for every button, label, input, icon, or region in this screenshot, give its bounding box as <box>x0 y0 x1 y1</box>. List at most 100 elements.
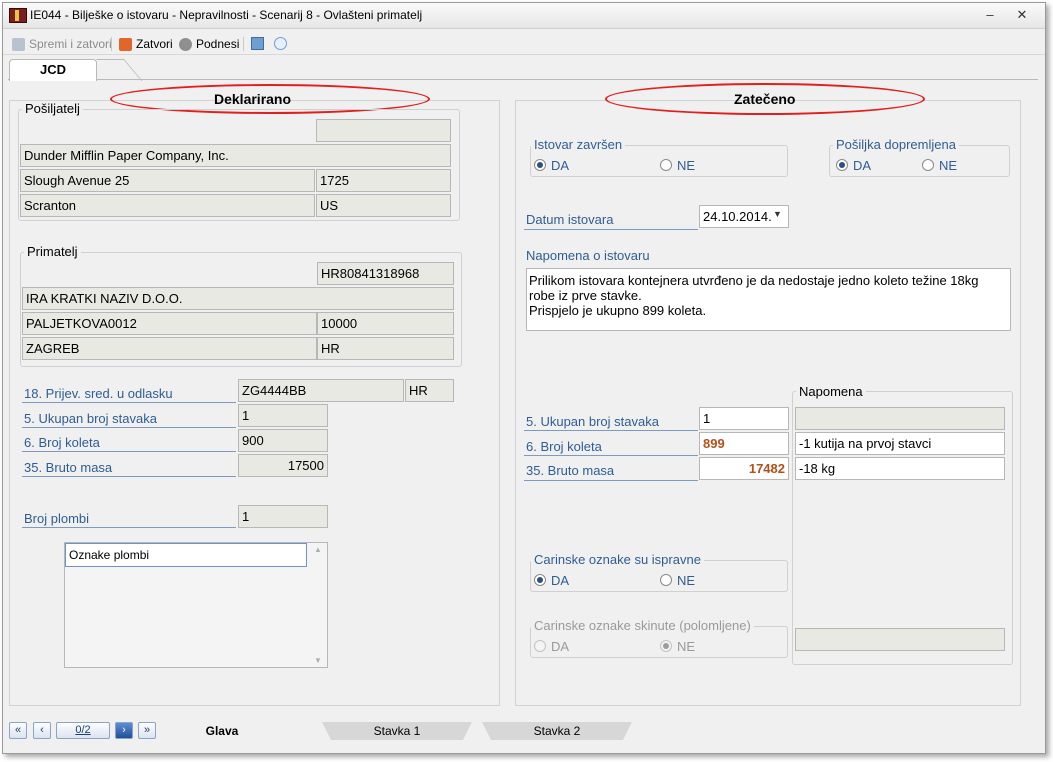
found-total-items-label: 5. Ukupan broj stavaka <box>526 414 659 429</box>
sender-id-field[interactable] <box>316 119 451 142</box>
seals-list-header: Oznake plombi <box>65 543 307 567</box>
dropdown-arrow-icon[interactable]: ▼ <box>773 209 782 219</box>
last-page-button[interactable]: » <box>138 722 156 739</box>
toolbar-separator <box>111 37 112 51</box>
unloading-note-label: Napomena o istovaru <box>526 248 650 263</box>
declared-header: Deklarirano <box>214 91 292 107</box>
document-icon[interactable] <box>251 37 264 50</box>
seals-list-scrollbar[interactable]: ▲ ▼ <box>312 545 324 665</box>
receiver-label: Primatelj <box>24 244 81 259</box>
seals-count-field[interactable]: 1 <box>238 505 328 528</box>
label-underline <box>22 451 236 452</box>
shipment-delivered-label: Pošiljka dopremljena <box>833 137 959 152</box>
customs-marks-ok-no[interactable]: NE <box>660 573 695 588</box>
found-header: Zatečeno <box>734 91 796 107</box>
sender-country-field[interactable]: US <box>316 194 451 217</box>
save-close-button[interactable]: Spremi i zatvori <box>12 37 112 51</box>
radio-icon <box>534 640 546 652</box>
declared-gross-mass-label: 35. Bruto masa <box>24 460 113 475</box>
sender-name-field[interactable]: Dunder Mifflin Paper Company, Inc. <box>20 144 451 167</box>
unloading-done-no[interactable]: NE <box>660 158 695 173</box>
radio-selected-icon <box>660 640 672 652</box>
found-total-items-note[interactable] <box>795 407 1005 430</box>
shipment-delivered-no[interactable]: NE <box>922 158 957 173</box>
label-underline <box>22 427 236 428</box>
found-gross-mass-field[interactable]: 17482 <box>699 457 789 480</box>
label-underline <box>22 527 236 528</box>
close-window-button[interactable]: ✕ <box>1008 8 1036 24</box>
pager-field[interactable]: 0/2 <box>56 722 110 739</box>
customs-marks-removed-note[interactable] <box>795 628 1005 651</box>
scroll-down-icon[interactable]: ▼ <box>312 656 324 665</box>
radio-selected-icon <box>534 574 546 586</box>
sender-postcode-field[interactable]: 1725 <box>316 169 451 192</box>
info-icon[interactable] <box>274 37 287 50</box>
declared-gross-mass-field[interactable]: 17500 <box>238 454 328 477</box>
unloading-done-label: Istovar završen <box>531 137 626 152</box>
customs-marks-removed-yes: DA <box>534 639 569 654</box>
radio-icon <box>660 159 672 171</box>
submit-icon <box>179 37 192 51</box>
note-line: Prilikom istovara kontejnera utvrđeno je… <box>529 273 979 288</box>
sender-city-field[interactable]: Scranton <box>20 194 315 217</box>
bottom-tab-glava[interactable]: Glava <box>160 722 284 740</box>
customs-marks-ok-label: Carinske oznake su ispravne <box>531 552 704 567</box>
next-page-icon: › <box>122 724 126 736</box>
scroll-up-icon[interactable]: ▲ <box>312 545 324 554</box>
found-total-items-field[interactable]: 1 <box>699 407 789 430</box>
sender-street-field[interactable]: Slough Avenue 25 <box>20 169 315 192</box>
label-underline <box>524 430 698 431</box>
receiver-city-field[interactable]: ZAGREB <box>22 337 317 360</box>
declared-packages-label: 6. Broj koleta <box>24 435 100 450</box>
prev-page-button[interactable]: ‹ <box>33 722 51 739</box>
label-underline <box>524 455 698 456</box>
note-group-label: Napomena <box>796 384 866 399</box>
found-packages-note[interactable]: -1 kutija na prvoj stavci <box>795 432 1005 455</box>
note-line: Prispjelo je ukupno 899 koleta. <box>529 303 707 318</box>
sender-label: Pošiljatelj <box>22 101 83 116</box>
receiver-name-field[interactable]: IRA KRATKI NAZIV D.O.O. <box>22 287 454 310</box>
label-underline <box>22 476 236 477</box>
declared-packages-field[interactable]: 900 <box>238 429 328 452</box>
note-line: robe iz prve stavke. <box>529 288 642 303</box>
prev-page-icon: ‹ <box>40 724 44 736</box>
declared-total-items-label: 5. Ukupan broj stavaka <box>24 411 157 426</box>
customs-marks-removed-no: NE <box>660 639 695 654</box>
toolbar-separator <box>243 37 244 51</box>
seals-count-label: Broj plombi <box>24 511 90 526</box>
save-close-label: Spremi i zatvori <box>29 37 112 51</box>
unloading-note-textarea[interactable]: Prilikom istovara kontejnera utvrđeno je… <box>526 268 1011 331</box>
unloading-date-label: Datum istovara <box>526 212 614 227</box>
receiver-street-field[interactable]: PALJETKOVA0012 <box>22 312 317 335</box>
shipment-delivered-yes[interactable]: DA <box>836 158 871 173</box>
submit-label: Podnesi <box>196 37 240 51</box>
window-title: IE044 - Bilješke o istovaru - Nepravilno… <box>30 8 423 22</box>
submit-button[interactable]: Podnesi <box>179 37 239 51</box>
tab-strip-line <box>8 79 1038 80</box>
found-gross-mass-note[interactable]: -18 kg <box>795 457 1005 480</box>
first-page-icon: « <box>14 724 22 736</box>
close-label: Zatvori <box>136 37 173 51</box>
bottom-tab-stavka-2[interactable]: Stavka 2 <box>482 722 632 740</box>
found-packages-field[interactable]: 899 <box>699 432 789 455</box>
receiver-postcode-field[interactable]: 10000 <box>317 312 454 335</box>
customs-marks-removed-label: Carinske oznake skinute (polomljene) <box>531 618 754 633</box>
transport-field[interactable]: ZG4444BB <box>238 379 404 402</box>
next-page-button[interactable]: › <box>115 722 133 739</box>
close-icon <box>119 37 132 51</box>
receiver-id-field[interactable]: HR80841318968 <box>317 262 454 285</box>
unloading-done-yes[interactable]: DA <box>534 158 569 173</box>
minimize-button[interactable]: – <box>976 8 1004 24</box>
save-icon <box>12 37 25 51</box>
declared-total-items-field[interactable]: 1 <box>238 404 328 427</box>
receiver-country-field[interactable]: HR <box>317 337 454 360</box>
tab-jcd[interactable]: JCD <box>9 59 97 81</box>
found-packages-label: 6. Broj koleta <box>526 439 602 454</box>
customs-marks-ok-yes[interactable]: DA <box>534 573 569 588</box>
label-underline <box>524 480 698 481</box>
first-page-button[interactable]: « <box>9 722 27 739</box>
transport-country-field[interactable]: HR <box>405 379 454 402</box>
app-logo-icon <box>9 8 27 23</box>
close-button[interactable]: Zatvori <box>119 37 173 51</box>
bottom-tab-stavka-1[interactable]: Stavka 1 <box>322 722 472 740</box>
